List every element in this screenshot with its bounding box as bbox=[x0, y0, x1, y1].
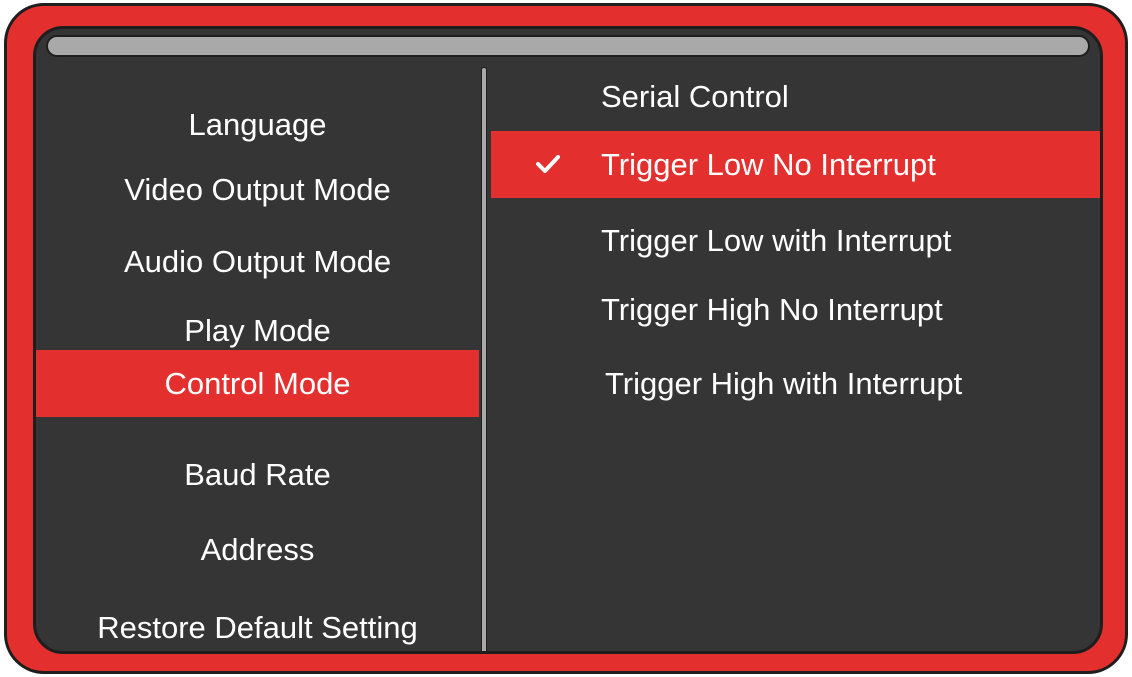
menu-item-label: Video Output Mode bbox=[124, 172, 391, 207]
menu-item-label: Audio Output Mode bbox=[123, 244, 392, 279]
control-mode-options: Serial Control Trigger Low No Interrupt … bbox=[491, 29, 1100, 651]
settings-category-menu: Language Video Output Mode Audio Output … bbox=[36, 29, 479, 651]
menu-item-video-output-mode[interactable]: Video Output Mode bbox=[36, 157, 479, 223]
menu-item-label: Baud Rate bbox=[184, 457, 331, 492]
menu-item-restore-default-setting[interactable]: Restore Default Setting bbox=[36, 595, 479, 651]
option-trigger-high-with-interrupt[interactable]: Trigger High with Interrupt bbox=[491, 351, 1100, 417]
option-label: Trigger Low No Interrupt bbox=[601, 146, 936, 182]
menu-divider bbox=[481, 67, 487, 651]
option-label: Serial Control bbox=[601, 79, 789, 114]
menu-item-address[interactable]: Address bbox=[36, 517, 479, 583]
menu-item-language[interactable]: Language bbox=[36, 92, 479, 158]
option-trigger-high-no-interrupt[interactable]: Trigger High No Interrupt bbox=[491, 277, 1100, 343]
menu-item-label: Language bbox=[188, 107, 327, 142]
menu-item-audio-output-mode[interactable]: Audio Output Mode bbox=[36, 229, 479, 295]
option-label: Trigger High No Interrupt bbox=[601, 292, 943, 327]
option-serial-control[interactable]: Serial Control bbox=[491, 64, 1100, 130]
menu-item-label: Address bbox=[200, 532, 315, 567]
checkmark-icon bbox=[536, 131, 560, 197]
settings-screen: Language Video Output Mode Audio Output … bbox=[33, 26, 1103, 654]
menu-item-control-mode[interactable]: Control Mode bbox=[36, 350, 479, 417]
device-frame: Language Video Output Mode Audio Output … bbox=[4, 3, 1128, 674]
option-label: Trigger Low with Interrupt bbox=[601, 223, 952, 258]
option-trigger-low-with-interrupt[interactable]: Trigger Low with Interrupt bbox=[491, 208, 1100, 274]
menu-item-label: Play Mode bbox=[184, 313, 331, 348]
menu-item-label: Restore Default Setting bbox=[97, 610, 418, 645]
menu-item-label: Control Mode bbox=[164, 365, 351, 401]
menu-item-baud-rate[interactable]: Baud Rate bbox=[36, 442, 479, 508]
option-label: Trigger High with Interrupt bbox=[605, 366, 963, 401]
option-trigger-low-no-interrupt[interactable]: Trigger Low No Interrupt bbox=[491, 131, 1100, 198]
